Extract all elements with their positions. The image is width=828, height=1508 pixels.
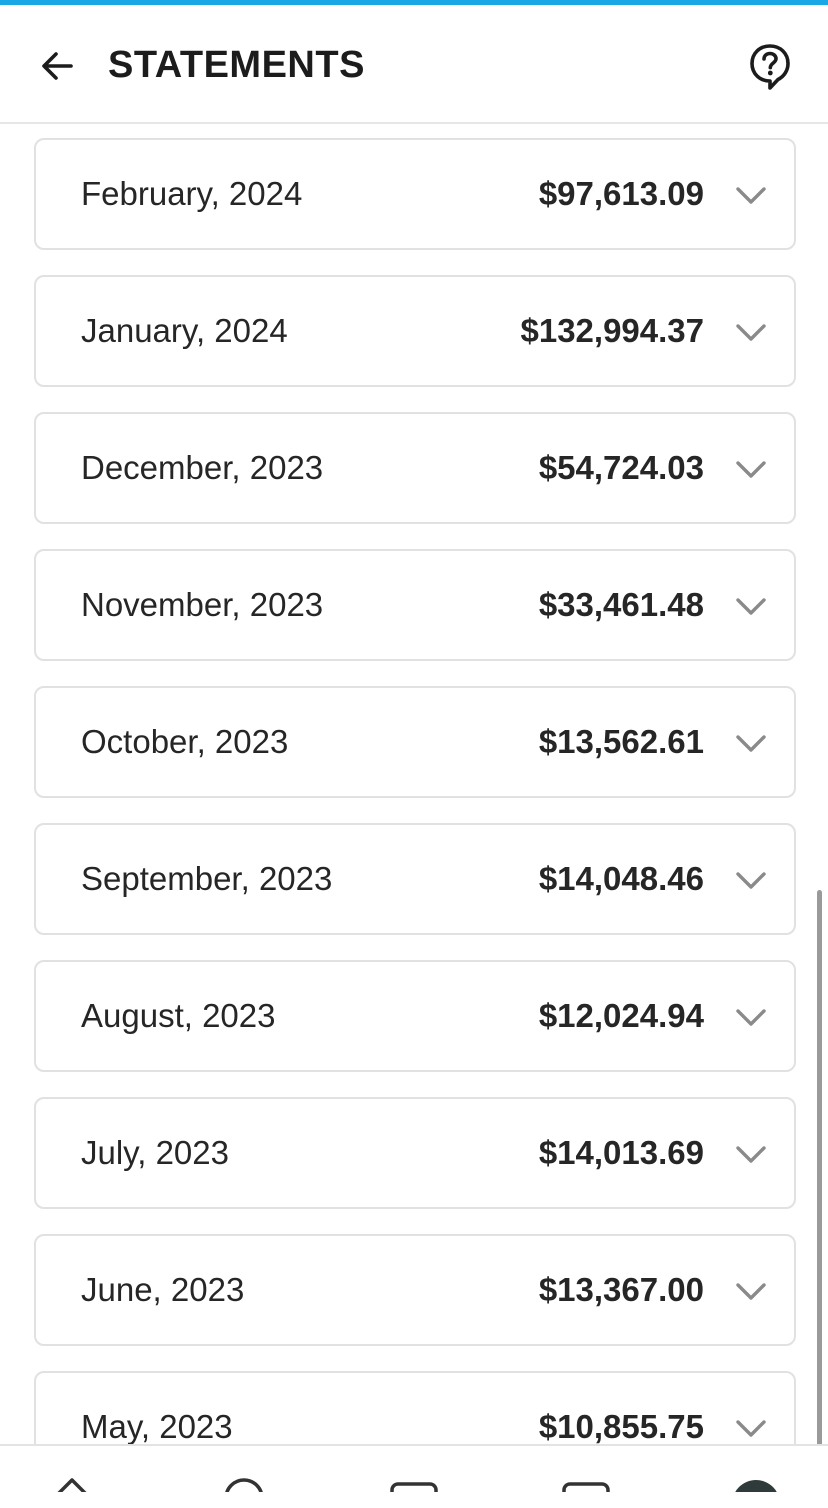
chevron-down-icon[interactable]: [734, 863, 768, 897]
chevron-down-icon[interactable]: [734, 452, 768, 486]
search-icon: [225, 1478, 263, 1492]
statement-date: August, 2023: [81, 997, 276, 1034]
statement-date: October, 2023: [81, 723, 289, 760]
chevron-down-icon[interactable]: [734, 1137, 768, 1171]
statement-date: September, 2023: [81, 860, 333, 897]
chevron-down-icon[interactable]: [734, 589, 768, 623]
statement-card[interactable]: June, 2023 $13,367.00: [34, 1234, 796, 1346]
statement-amount: $13,562.61: [538, 723, 704, 760]
scrollbar[interactable]: [817, 890, 822, 1450]
statement-list: February, 2024 $97,613.09 January, 2024 $13…: [34, 138, 796, 1508]
statement-card[interactable]: February, 2024 $97,613.09: [34, 138, 796, 250]
statement-card[interactable]: January, 2024 $132,994.37: [34, 275, 796, 387]
nav-search[interactable]: [216, 1474, 272, 1492]
statement-card[interactable]: August, 2023 $12,024.94: [34, 960, 796, 1072]
chevron-down-icon[interactable]: [734, 178, 768, 212]
chevron-down-icon[interactable]: [734, 1000, 768, 1034]
statement-card[interactable]: November, 2023 $33,461.48: [34, 549, 796, 661]
statement-date: June, 2023: [81, 1271, 245, 1308]
statement-date: January, 2024: [81, 312, 288, 349]
page-title: STATEMENTS: [108, 44, 365, 86]
nav-cards[interactable]: [386, 1474, 442, 1492]
statement-amount: $13,367.00: [538, 1271, 704, 1308]
statement-card[interactable]: October, 2023 $13,562.61: [34, 686, 796, 798]
chevron-down-icon[interactable]: [734, 726, 768, 760]
statement-card[interactable]: September, 2023 $14,048.46: [34, 823, 796, 935]
avatar[interactable]: [732, 1480, 780, 1492]
chevron-down-icon[interactable]: [734, 1274, 768, 1308]
statement-date: November, 2023: [81, 586, 324, 623]
arrow-left-icon: [42, 52, 73, 80]
statement-date: July, 2023: [81, 1134, 229, 1171]
nav-home[interactable]: [44, 1474, 100, 1492]
statement-amount: $97,613.09: [538, 175, 704, 212]
statement-card[interactable]: July, 2023 $14,013.69: [34, 1097, 796, 1209]
statement-amount: $54,724.03: [538, 449, 704, 486]
question-circle-icon: [750, 44, 790, 90]
statement-amount: $14,048.46: [538, 860, 704, 897]
statement-amount: $33,461.48: [538, 586, 704, 623]
card-icon: [390, 1482, 438, 1492]
home-icon: [57, 1478, 87, 1492]
statement-amount: $14,013.69: [538, 1134, 704, 1171]
statement-card[interactable]: December, 2023 $54,724.03: [34, 412, 796, 524]
statement-amount: $132,994.37: [520, 312, 704, 349]
wallet-icon: [562, 1482, 610, 1492]
chevron-down-icon[interactable]: [734, 1411, 768, 1445]
statement-date: February, 2024: [81, 175, 303, 212]
statement-date: December, 2023: [81, 449, 324, 486]
nav-wallet[interactable]: [558, 1474, 614, 1492]
help-button[interactable]: [742, 39, 798, 95]
back-button[interactable]: [30, 39, 84, 93]
bottom-nav: [0, 1444, 828, 1492]
app-header: STATEMENTS: [0, 5, 828, 124]
chevron-down-icon[interactable]: [734, 315, 768, 349]
statement-amount: $12,024.94: [538, 997, 704, 1034]
